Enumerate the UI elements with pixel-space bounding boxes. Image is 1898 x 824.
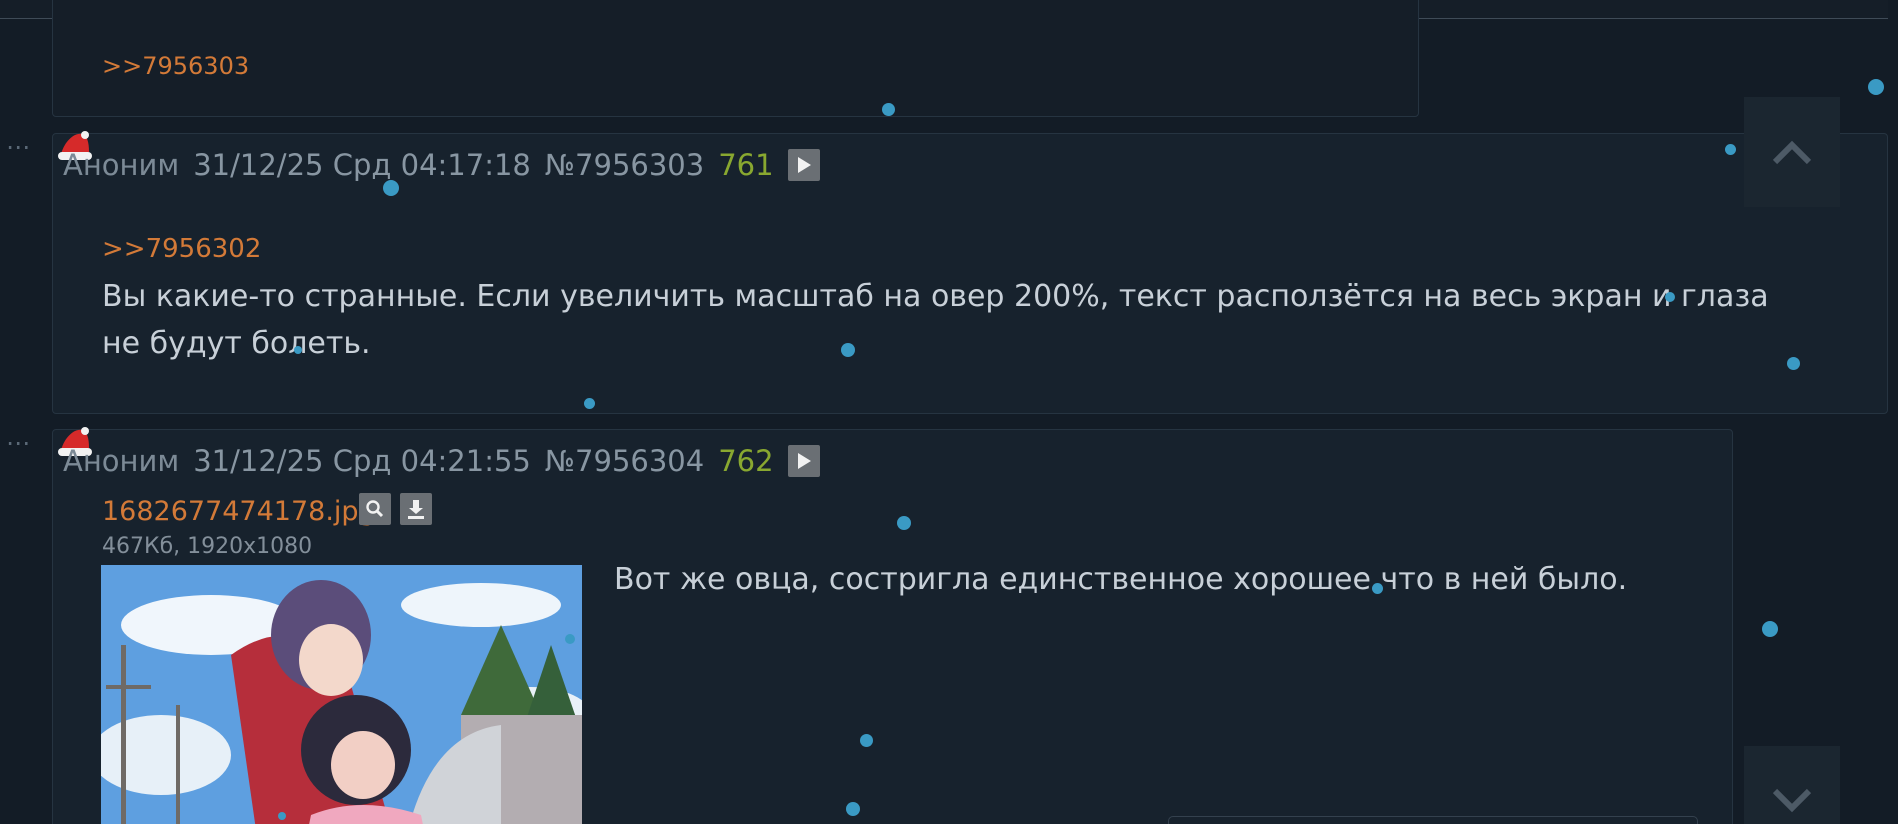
snowflake — [565, 634, 575, 644]
chevron-down-icon — [1772, 788, 1812, 813]
snowflake — [1762, 621, 1778, 637]
post-message: >>7956302 Вы какие-то странные. Если уве… — [102, 226, 1769, 367]
snowflake — [1725, 144, 1736, 155]
scroll-up-button[interactable] — [1744, 97, 1840, 207]
poster-name: Аноним — [63, 444, 180, 478]
post-menu-dots-icon[interactable]: ⋯ — [6, 133, 32, 161]
play-icon[interactable] — [787, 445, 820, 477]
snowflake — [846, 802, 860, 816]
chevron-up-icon — [1772, 140, 1812, 165]
snowflake — [841, 343, 855, 357]
snowflake — [294, 346, 302, 354]
snowflake — [1372, 583, 1383, 594]
snowflake — [897, 516, 911, 530]
post-header: Аноним 31/12/25 Срд 04:17:18 №7956303 76… — [63, 148, 834, 182]
footer-frame — [1168, 816, 1698, 824]
file-meta: 467Кб, 1920x1080 — [102, 534, 313, 559]
post-date: 31/12/25 Срд 04:17:18 — [193, 148, 531, 182]
scroll-down-button[interactable] — [1744, 746, 1840, 824]
post-date: 31/12/25 Срд 04:21:55 — [193, 444, 531, 478]
post: Аноним 31/12/25 Срд 04:17:18 №7956303 76… — [52, 131, 1888, 414]
reply-link[interactable]: >>7956303 — [102, 52, 249, 80]
snowflake — [584, 398, 595, 409]
poster-name: Аноним — [63, 148, 180, 182]
download-icon[interactable] — [400, 493, 432, 525]
snowflake — [1787, 357, 1800, 370]
post-image-thumbnail[interactable] — [101, 565, 582, 824]
file-link[interactable]: 1682677474178.jpg — [102, 496, 376, 527]
previous-post: >>7956303 — [52, 0, 1419, 117]
post-count: 762 — [718, 444, 774, 478]
snowflake — [1665, 292, 1675, 302]
post-number[interactable]: №7956304 — [545, 444, 704, 478]
snowflake — [383, 180, 399, 196]
play-icon[interactable] — [787, 149, 820, 181]
snowflake — [278, 812, 286, 820]
reply-link[interactable]: >>7956302 — [102, 226, 1769, 273]
snowflake — [1868, 79, 1884, 95]
post-message: Вот же овца, состригла единственное хоро… — [614, 562, 1628, 597]
message-line: не будут болеть. — [102, 326, 371, 361]
post: Аноним 31/12/25 Срд 04:21:55 №7956304 76… — [52, 427, 1733, 824]
post-number[interactable]: №7956303 — [545, 148, 704, 182]
message-line: Вы какие-то странные. Если увеличить мас… — [102, 279, 1769, 314]
snowflake — [882, 103, 895, 116]
search-icon[interactable] — [359, 493, 391, 525]
post-header: Аноним 31/12/25 Срд 04:21:55 №7956304 76… — [63, 444, 834, 478]
post-menu-dots-icon[interactable]: ⋯ — [6, 429, 32, 457]
post-count: 761 — [718, 148, 774, 182]
snowflake — [860, 734, 873, 747]
thread-page: >>7956303 ⋯ Аноним 31/12/25 Срд 04:17:18… — [0, 0, 1898, 824]
